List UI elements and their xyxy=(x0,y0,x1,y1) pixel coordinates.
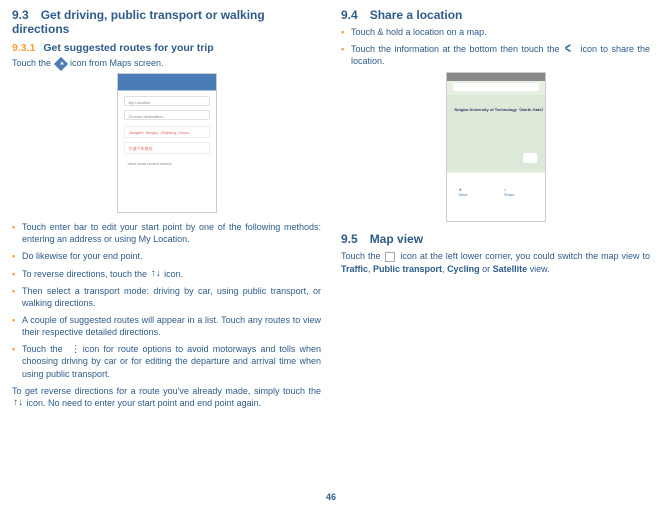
bullet-item: Touch the icon for route options to avoi… xyxy=(12,343,321,379)
page-number: 46 xyxy=(326,492,336,502)
swap-icon: ↑↓ xyxy=(13,398,23,408)
share-location-screenshot: Ningbo University of Technology（North Ga… xyxy=(446,72,546,222)
bullet-item: To reverse directions, touch the ↑↓ icon… xyxy=(12,268,321,280)
bullet-item: Do likewise for your end point. xyxy=(12,250,321,262)
bullet-item: Touch the information at the bottom then… xyxy=(341,43,650,67)
bullet-item: Touch enter bar to edit your start point… xyxy=(12,221,321,245)
heading-9-3: 9.3Get driving, public transport or walk… xyxy=(12,8,321,36)
left-column: 9.3Get driving, public transport or walk… xyxy=(12,8,321,413)
bullet-item: A couple of suggested routes will appear… xyxy=(12,314,321,338)
touch-icon-text: Touch the icon from Maps screen. xyxy=(12,57,321,69)
overflow-icon xyxy=(68,345,78,355)
heading-9-5: 9.5Map view xyxy=(341,232,650,246)
layers-icon xyxy=(385,252,395,262)
bullets-9-3: Touch enter bar to edit your start point… xyxy=(12,221,321,380)
directions-icon xyxy=(53,57,67,71)
body-9-5: Touch the icon at the left lower corner,… xyxy=(341,250,650,274)
footer-text-9-3: To get reverse directions for a route yo… xyxy=(12,385,321,409)
right-column: 9.4Share a location Touch & hold a locat… xyxy=(341,8,650,413)
swap-icon: ↑↓ xyxy=(151,269,161,279)
bullet-item: Touch & hold a location on a map. xyxy=(341,26,650,38)
bullets-9-4: Touch & hold a location on a map. Touch … xyxy=(341,26,650,67)
bullet-item: Then select a transport mode: driving by… xyxy=(12,285,321,309)
heading-9-3-1: 9.3.1Get suggested routes for your trip xyxy=(12,42,321,54)
heading-9-4: 9.4Share a location xyxy=(341,8,650,22)
maps-directions-screenshot: My Location Choose destination... Jiangb… xyxy=(117,73,217,213)
share-icon xyxy=(565,45,575,55)
